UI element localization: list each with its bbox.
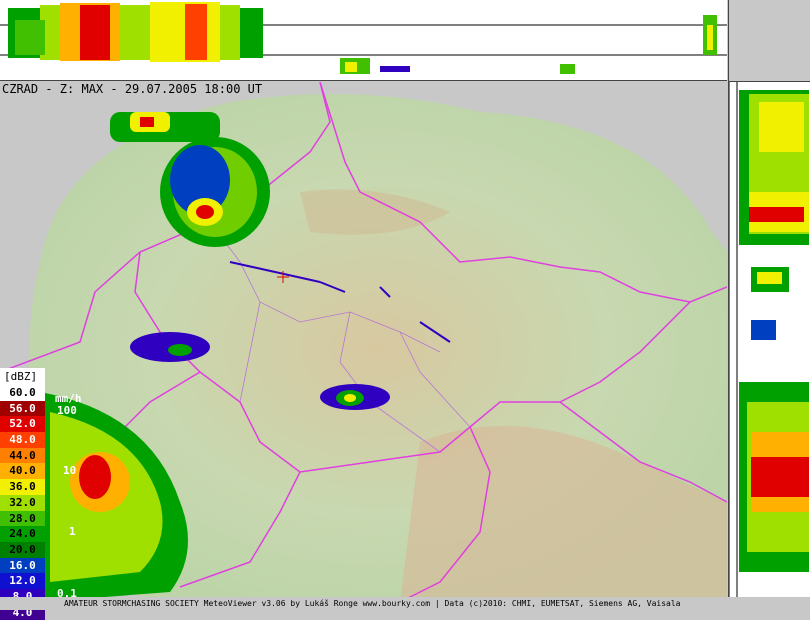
echo-top-west <box>8 2 263 62</box>
dbz-legend: [dBZ] 60.0 56.0 52.0 48.0 44.0 40.0 36.0 32.0 28… <box>0 368 45 620</box>
legend-level: 52.0 <box>0 416 45 433</box>
legend-level: 20.0 <box>0 541 45 558</box>
corner-panel <box>728 0 810 82</box>
footer-credits: AMATEUR STORMCHASING SOCIETY MeteoViewer… <box>0 597 810 610</box>
legend-level: 16.0 <box>0 557 45 574</box>
legend-level: 36.0 <box>0 479 45 495</box>
echo-side-south <box>739 382 809 572</box>
rain-mark-10: 10 <box>63 464 77 477</box>
legend-level: 12.0 <box>0 573 45 589</box>
legend-level: 28.0 <box>0 510 45 527</box>
radar-map <box>0 82 727 602</box>
legend-level: 60.0 <box>0 385 45 401</box>
legend-level: 40.0 <box>0 463 45 480</box>
legend-level: 24.0 <box>0 526 45 542</box>
legend-level: 44.0 <box>0 447 45 464</box>
map-title: CZRAD - Z: MAX - 29.07.2005 18:00 UT <box>2 82 263 96</box>
right-cross-section <box>728 82 810 602</box>
rain-mark-100: 100 <box>57 404 77 417</box>
top-cross-section <box>0 0 727 81</box>
legend-level: 32.0 <box>0 494 45 511</box>
echo-side-north <box>739 90 809 245</box>
rain-mark-1: 1 <box>69 525 76 538</box>
legend-level: 48.0 <box>0 432 45 448</box>
legend-level: 56.0 <box>0 400 45 417</box>
rain-rate-scale: mm/h 100 10 1 0.1 <box>45 392 85 604</box>
legend-unit: [dBZ] <box>0 368 45 385</box>
